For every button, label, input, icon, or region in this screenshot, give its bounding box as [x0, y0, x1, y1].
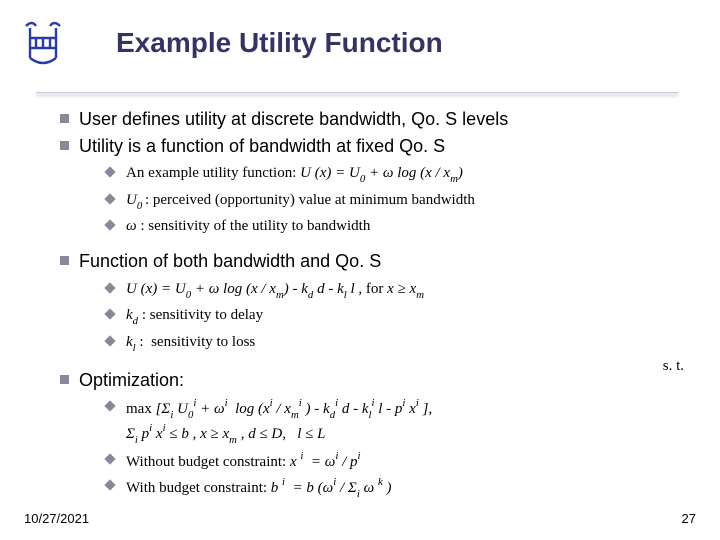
sub-bullet-group: An example utility function: U (x) = U0 … [106, 163, 686, 236]
symbol: ω [126, 218, 140, 234]
bullet-level2: U0 : perceived (opportunity) value at mi… [106, 190, 686, 213]
square-bullet-icon [60, 141, 69, 150]
diamond-bullet-icon [104, 282, 115, 293]
bullet-level2: Without budget constraint: x i = ωi / pi [106, 450, 686, 472]
diamond-bullet-icon [104, 166, 115, 177]
text-run: sensitivity to delay [150, 307, 263, 323]
bullet-text: max [Σi U0i + ωi log (xi / xmi ) - kdi d… [126, 397, 432, 446]
bullet-text: kd : sensitivity to delay [126, 305, 263, 328]
footer-page-number: 27 [682, 511, 696, 526]
bullet-level2: kl : sensitivity to loss [106, 332, 686, 355]
equation: U (x) = U0 + ω log (x / xm) - kd d - kl … [126, 279, 424, 302]
equation: max [Σi U0i + ωi log (xi / xmi ) - kdi d… [126, 401, 432, 417]
symbol: kd [126, 307, 138, 323]
bullet-text: With budget constraint: b i = b (ωi / Σi… [126, 476, 392, 501]
slide: { "title": "Example Utility Function", "… [0, 0, 720, 540]
square-bullet-icon [60, 256, 69, 265]
bullet-level1: Function of both bandwidth and Qo. S [60, 250, 686, 273]
text-run: perceived (opportunity) value at minimum… [153, 192, 475, 208]
bullet-text: User defines utility at discrete bandwid… [79, 108, 508, 131]
subject-to-label: s. t. [663, 358, 684, 375]
equation: Σi pi xi ≤ b , x ≥ xm , d ≤ D, l ≤ L [126, 426, 326, 442]
text-run: sensitivity to loss [151, 334, 255, 350]
diamond-bullet-icon [104, 454, 115, 465]
sub-bullet-group: U (x) = U0 + ω log (x / xm) - kd d - kl … [106, 279, 686, 355]
square-bullet-icon [60, 375, 69, 384]
diamond-bullet-icon [104, 219, 115, 230]
bullet-level2: max [Σi U0i + ωi log (xi / xmi ) - kdi d… [106, 397, 686, 446]
bullet-text: Optimization: [79, 369, 184, 392]
slide-title: Example Utility Function [116, 27, 443, 59]
bullet-level1: Utility is a function of bandwidth at fi… [60, 135, 686, 158]
bullet-level1: Optimization: [60, 369, 686, 392]
text-run: Without budget constraint: [126, 454, 290, 470]
bullet-text: Without budget constraint: x i = ωi / pi [126, 450, 361, 472]
diamond-bullet-icon [104, 193, 115, 204]
bullet-text: Function of both bandwidth and Qo. S [79, 250, 381, 273]
footer: 10/27/2021 27 [24, 511, 696, 526]
slide-body: User defines utility at discrete bandwid… [60, 104, 686, 490]
equation: b i = b (ωi / Σi ω k ) [271, 480, 392, 496]
footer-date: 10/27/2021 [24, 511, 89, 526]
equation: x i = ωi / pi [290, 454, 361, 470]
bullet-level1: User defines utility at discrete bandwid… [60, 108, 686, 131]
equation: U (x) = U0 + ω log (x / xm) [300, 165, 463, 181]
square-bullet-icon [60, 114, 69, 123]
bullet-text: An example utility function: U (x) = U0 … [126, 163, 463, 186]
title-underline [36, 92, 678, 94]
bullet-text: U0 : perceived (opportunity) value at mi… [126, 190, 475, 213]
bullet-level2: kd : sensitivity to delay [106, 305, 686, 328]
diamond-bullet-icon [104, 309, 115, 320]
text-run: sensitivity of the utility to bandwidth [148, 218, 370, 234]
diamond-bullet-icon [104, 480, 115, 491]
text-run: With budget constraint: [126, 480, 271, 496]
sub-bullet-group: max [Σi U0i + ωi log (xi / xmi ) - kdi d… [106, 397, 686, 501]
bullet-level2: An example utility function: U (x) = U0 … [106, 163, 686, 186]
university-logo [20, 18, 66, 68]
bullet-text: ω : sensitivity of the utility to bandwi… [126, 216, 370, 236]
bullet-text: Utility is a function of bandwidth at fi… [79, 135, 445, 158]
symbol: kl [126, 334, 136, 350]
bullet-level2: ω : sensitivity of the utility to bandwi… [106, 216, 686, 236]
diamond-bullet-icon [104, 335, 115, 346]
symbol: U0 [126, 192, 145, 208]
text-run: An example utility function: [126, 165, 300, 181]
title-row: Example Utility Function [0, 0, 720, 76]
bullet-level2: U (x) = U0 + ω log (x / xm) - kd d - kl … [106, 279, 686, 302]
bullet-level2: With budget constraint: b i = b (ωi / Σi… [106, 476, 686, 501]
diamond-bullet-icon [104, 400, 115, 411]
bullet-text: kl : sensitivity to loss [126, 332, 255, 355]
